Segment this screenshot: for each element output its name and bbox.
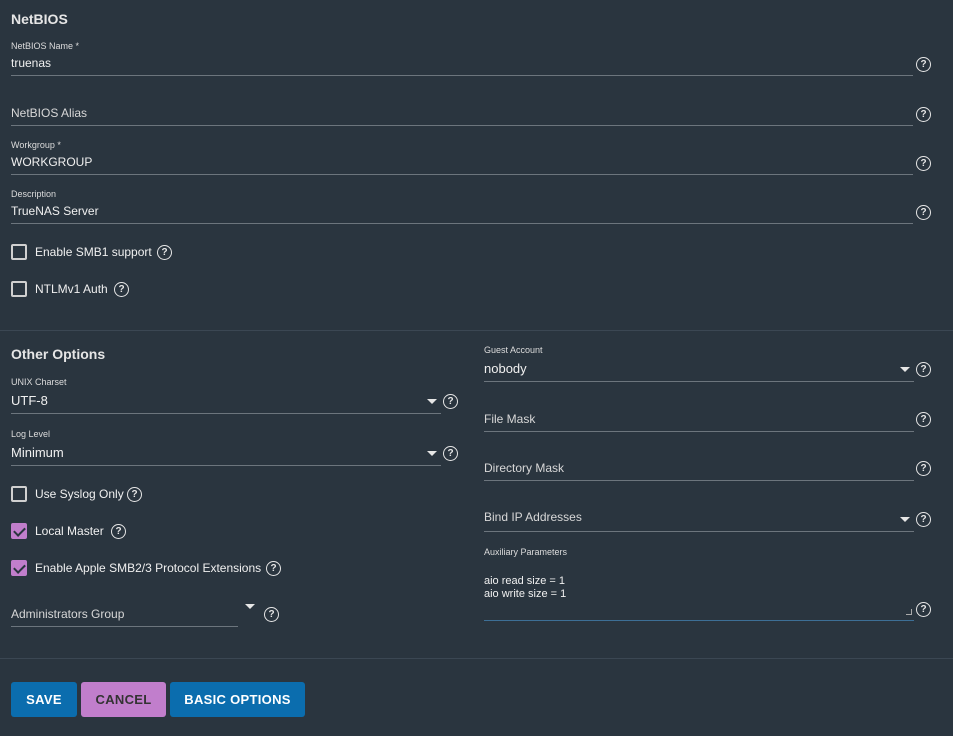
workgroup-field[interactable]: Workgroup * WORKGROUP	[11, 140, 913, 176]
log-level-chevron-down-icon[interactable]	[427, 451, 437, 456]
guest-account-help-icon[interactable]: ?	[916, 362, 931, 377]
description-underline	[11, 223, 913, 224]
actions-divider	[0, 658, 953, 659]
unix-charset-help-icon[interactable]: ?	[443, 394, 458, 409]
unix-charset-select[interactable]: UNIX Charset UTF-8	[11, 377, 441, 414]
netbios-alias-help-icon[interactable]: ?	[916, 107, 931, 122]
file-mask-help-icon[interactable]: ?	[916, 412, 931, 427]
bind-ip-addresses-underline	[484, 531, 914, 532]
directory-mask-help-icon[interactable]: ?	[916, 461, 931, 476]
log-level-label: Log Level	[11, 429, 51, 439]
description-label: Description	[11, 189, 57, 199]
local-master-checkbox[interactable]	[11, 523, 27, 539]
directory-mask-underline	[484, 480, 914, 481]
netbios-name-field[interactable]: NetBIOS Name * truenas	[11, 41, 913, 77]
auxiliary-parameters-underline	[484, 620, 914, 621]
administrators-group-select[interactable]: Administrators Group	[11, 600, 238, 627]
apple-extensions-help-icon[interactable]: ?	[266, 561, 281, 576]
directory-mask-placeholder: Directory Mask	[484, 461, 565, 475]
textarea-resize-handle[interactable]	[906, 609, 912, 615]
apple-extensions-checkbox[interactable]	[11, 560, 27, 576]
unix-charset-value: UTF-8	[11, 393, 48, 408]
local-master-help-icon[interactable]: ?	[111, 524, 126, 539]
ntlmv1-label: NTLMv1 Auth	[35, 282, 108, 296]
syslog-help-icon[interactable]: ?	[127, 487, 142, 502]
bind-ip-addresses-chevron-down-icon[interactable]	[900, 517, 910, 522]
save-button[interactable]: SAVE	[11, 682, 77, 717]
syslog-checkbox[interactable]	[11, 486, 27, 502]
netbios-alias-underline	[11, 125, 913, 126]
administrators-group-help-icon[interactable]: ?	[264, 607, 279, 622]
workgroup-label: Workgroup *	[11, 140, 61, 150]
apple-extensions-label: Enable Apple SMB2/3 Protocol Extensions	[35, 561, 262, 575]
guest-account-value: nobody	[484, 361, 527, 376]
netbios-alias-field[interactable]: NetBIOS Alias	[11, 90, 913, 126]
smb1-label: Enable SMB1 support	[35, 245, 152, 259]
log-level-help-icon[interactable]: ?	[443, 446, 458, 461]
description-value[interactable]: TrueNAS Server	[11, 204, 99, 218]
smb1-checkbox[interactable]	[11, 244, 27, 260]
guest-account-label: Guest Account	[484, 345, 543, 355]
administrators-group-placeholder: Administrators Group	[11, 607, 125, 621]
workgroup-value[interactable]: WORKGROUP	[11, 155, 92, 169]
syslog-label: Use Syslog Only	[35, 487, 124, 501]
basic-options-button[interactable]: BASIC OPTIONS	[170, 682, 305, 717]
administrators-group-underline	[11, 626, 238, 627]
netbios-name-value[interactable]: truenas	[11, 56, 51, 70]
netbios-name-label: NetBIOS Name *	[11, 41, 80, 51]
section-divider	[0, 330, 953, 331]
bind-ip-addresses-select[interactable]: Bind IP Addresses	[484, 494, 914, 532]
workgroup-help-icon[interactable]: ?	[916, 156, 931, 171]
auxiliary-parameters-label: Auxiliary Parameters	[484, 547, 568, 557]
administrators-group-chevron-down-icon[interactable]	[245, 604, 255, 609]
description-help-icon[interactable]: ?	[916, 205, 931, 220]
log-level-select[interactable]: Log Level Minimum	[11, 429, 441, 466]
guest-account-underline	[484, 381, 914, 382]
file-mask-underline	[484, 431, 914, 432]
ntlmv1-checkbox[interactable]	[11, 281, 27, 297]
auxiliary-parameters-textarea[interactable]: Auxiliary Parameters aio read size = 1 a…	[484, 547, 914, 621]
description-field[interactable]: Description TrueNAS Server	[11, 189, 913, 225]
log-level-underline	[11, 465, 441, 466]
unix-charset-label: UNIX Charset	[11, 377, 67, 387]
bind-ip-addresses-placeholder: Bind IP Addresses	[484, 510, 582, 524]
unix-charset-chevron-down-icon[interactable]	[427, 399, 437, 404]
netbios-name-help-icon[interactable]: ?	[916, 57, 931, 72]
netbios-section-title: NetBIOS	[11, 11, 68, 27]
ntlmv1-help-icon[interactable]: ?	[114, 282, 129, 297]
bind-ip-addresses-help-icon[interactable]: ?	[916, 512, 931, 527]
file-mask-placeholder: File Mask	[484, 412, 536, 426]
netbios-name-underline	[11, 75, 913, 76]
guest-account-select[interactable]: Guest Account nobody	[484, 345, 914, 382]
netbios-alias-placeholder: NetBIOS Alias	[11, 106, 88, 120]
cancel-button[interactable]: CANCEL	[81, 682, 166, 717]
log-level-value: Minimum	[11, 445, 64, 460]
directory-mask-field[interactable]: Directory Mask	[484, 445, 914, 481]
local-master-label: Local Master	[35, 524, 104, 538]
other-options-title: Other Options	[11, 346, 106, 362]
guest-account-chevron-down-icon[interactable]	[900, 367, 910, 372]
smb1-help-icon[interactable]: ?	[157, 245, 172, 260]
file-mask-field[interactable]: File Mask	[484, 396, 914, 432]
workgroup-underline	[11, 174, 913, 175]
auxiliary-parameters-value[interactable]: aio read size = 1 aio write size = 1	[484, 575, 566, 601]
unix-charset-underline	[11, 413, 441, 414]
auxiliary-parameters-help-icon[interactable]: ?	[916, 602, 931, 617]
